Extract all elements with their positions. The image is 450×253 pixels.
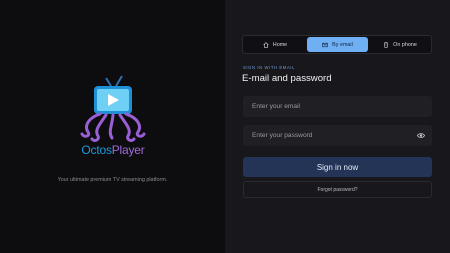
brand-name: OctosPlayer (70, 143, 156, 157)
email-field[interactable]: Enter your email (243, 96, 432, 117)
branding-panel: OctosPlayer Your ultimate premium TV str… (0, 0, 225, 253)
phone-icon (384, 41, 388, 48)
home-icon (263, 41, 269, 48)
tab-by-email-label: By email (332, 41, 353, 48)
tab-on-phone-label: On phone (393, 41, 417, 48)
email-placeholder: Enter your email (252, 103, 301, 110)
tab-on-phone[interactable]: On phone (370, 37, 430, 52)
brand-name-part2: Player (111, 143, 145, 157)
password-placeholder: Enter your password (252, 132, 313, 139)
tab-by-email[interactable]: By email (307, 37, 368, 52)
brand-name-part1: Octos (81, 143, 112, 157)
password-field[interactable]: Enter your password (243, 125, 432, 146)
forgot-password-button[interactable]: Forgot password? (243, 181, 432, 198)
email-icon (322, 42, 328, 47)
show-password-eye-icon[interactable] (417, 132, 425, 139)
sign-in-button[interactable]: Sign in now (243, 157, 432, 177)
tab-home-label: Home (272, 41, 288, 48)
brand-tagline: Your ultimate premium TV streaming platf… (57, 177, 168, 183)
tab-home[interactable]: Home (245, 37, 305, 52)
form-eyebrow: SIGN IN WITH EMAIL (243, 65, 295, 70)
form-title: E-mail and password (242, 73, 332, 84)
sign-in-method-tabs: Home By email On phone (242, 35, 432, 54)
